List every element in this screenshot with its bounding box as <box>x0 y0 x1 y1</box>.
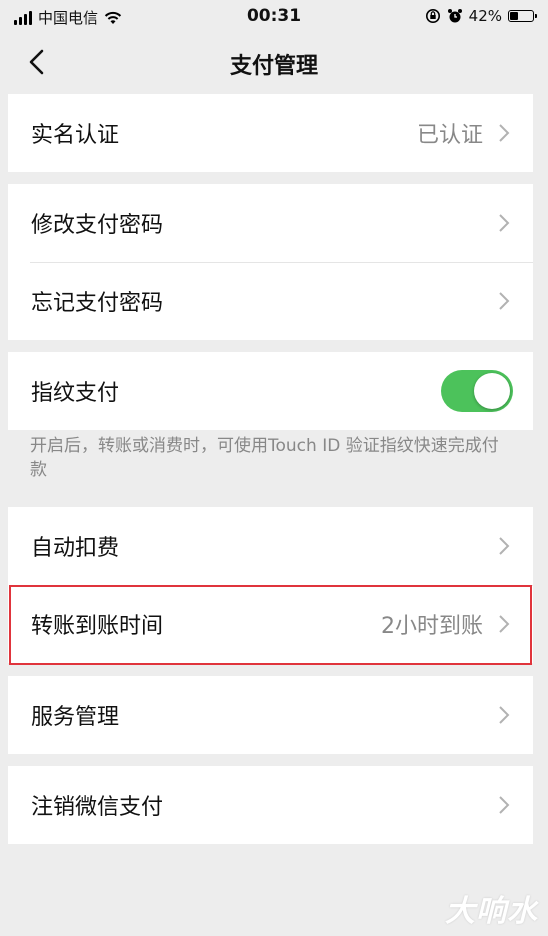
group-password: 修改支付密码 忘记支付密码 <box>8 184 533 340</box>
group-close: 注销微信支付 <box>8 766 533 844</box>
row-close-wechat-pay[interactable]: 注销微信支付 <box>8 766 533 844</box>
group-real-name: 实名认证 已认证 <box>8 94 533 172</box>
row-real-name[interactable]: 实名认证 已认证 <box>8 94 533 172</box>
row-service-management[interactable]: 服务管理 <box>8 676 533 754</box>
row-label-forgot-password: 忘记支付密码 <box>31 291 164 316</box>
row-label-change-password: 修改支付密码 <box>31 213 164 238</box>
battery-icon <box>508 10 537 22</box>
row-value-transfer-time: 2小时到账 <box>381 614 483 639</box>
chevron-right-icon <box>499 706 510 724</box>
row-label-close-wechat-pay: 注销微信支付 <box>31 795 164 820</box>
row-label-transfer-time: 转账到账时间 <box>31 614 164 639</box>
row-auto-deduct[interactable]: 自动扣费 <box>8 507 533 585</box>
row-label-auto-deduct: 自动扣费 <box>31 536 120 561</box>
nav-bar: 支付管理 <box>0 34 548 90</box>
row-label-real-name: 实名认证 <box>31 123 120 148</box>
row-value-real-name: 已认证 <box>416 123 483 148</box>
group-fingerprint: 指纹支付 <box>8 352 533 430</box>
alarm-icon <box>447 9 462 23</box>
fingerprint-toggle[interactable] <box>441 370 513 412</box>
chevron-right-icon <box>499 124 510 142</box>
fingerprint-hint: 开启后，转账或消费时，可使用Touch ID 验证指纹快速完成付款 <box>30 436 499 480</box>
page-title: 支付管理 <box>229 54 318 79</box>
battery-fill <box>510 12 518 20</box>
row-forgot-password[interactable]: 忘记支付密码 <box>8 262 533 340</box>
chevron-right-icon <box>499 796 510 814</box>
status-bar: 中国电信 00:31 42% <box>0 0 548 34</box>
battery-percent: 42% <box>468 7 502 25</box>
row-label-service-management: 服务管理 <box>31 705 120 730</box>
rotation-lock-icon <box>425 9 440 23</box>
row-transfer-time[interactable]: 转账到账时间 2小时到账 <box>8 585 533 663</box>
row-fingerprint: 指纹支付 <box>8 352 533 430</box>
watermark-logo: 大响水 <box>445 894 538 929</box>
group-auto: 自动扣费 转账到账时间 2小时到账 <box>8 507 533 663</box>
chevron-right-icon <box>499 214 510 232</box>
status-right: 42% <box>425 7 537 25</box>
chevron-right-icon <box>499 537 510 555</box>
group-service: 服务管理 <box>8 676 533 754</box>
toggle-knob <box>474 373 510 409</box>
chevron-right-icon <box>499 292 510 310</box>
row-label-fingerprint: 指纹支付 <box>31 381 120 406</box>
chevron-right-icon <box>499 615 510 633</box>
row-change-password[interactable]: 修改支付密码 <box>8 184 533 262</box>
